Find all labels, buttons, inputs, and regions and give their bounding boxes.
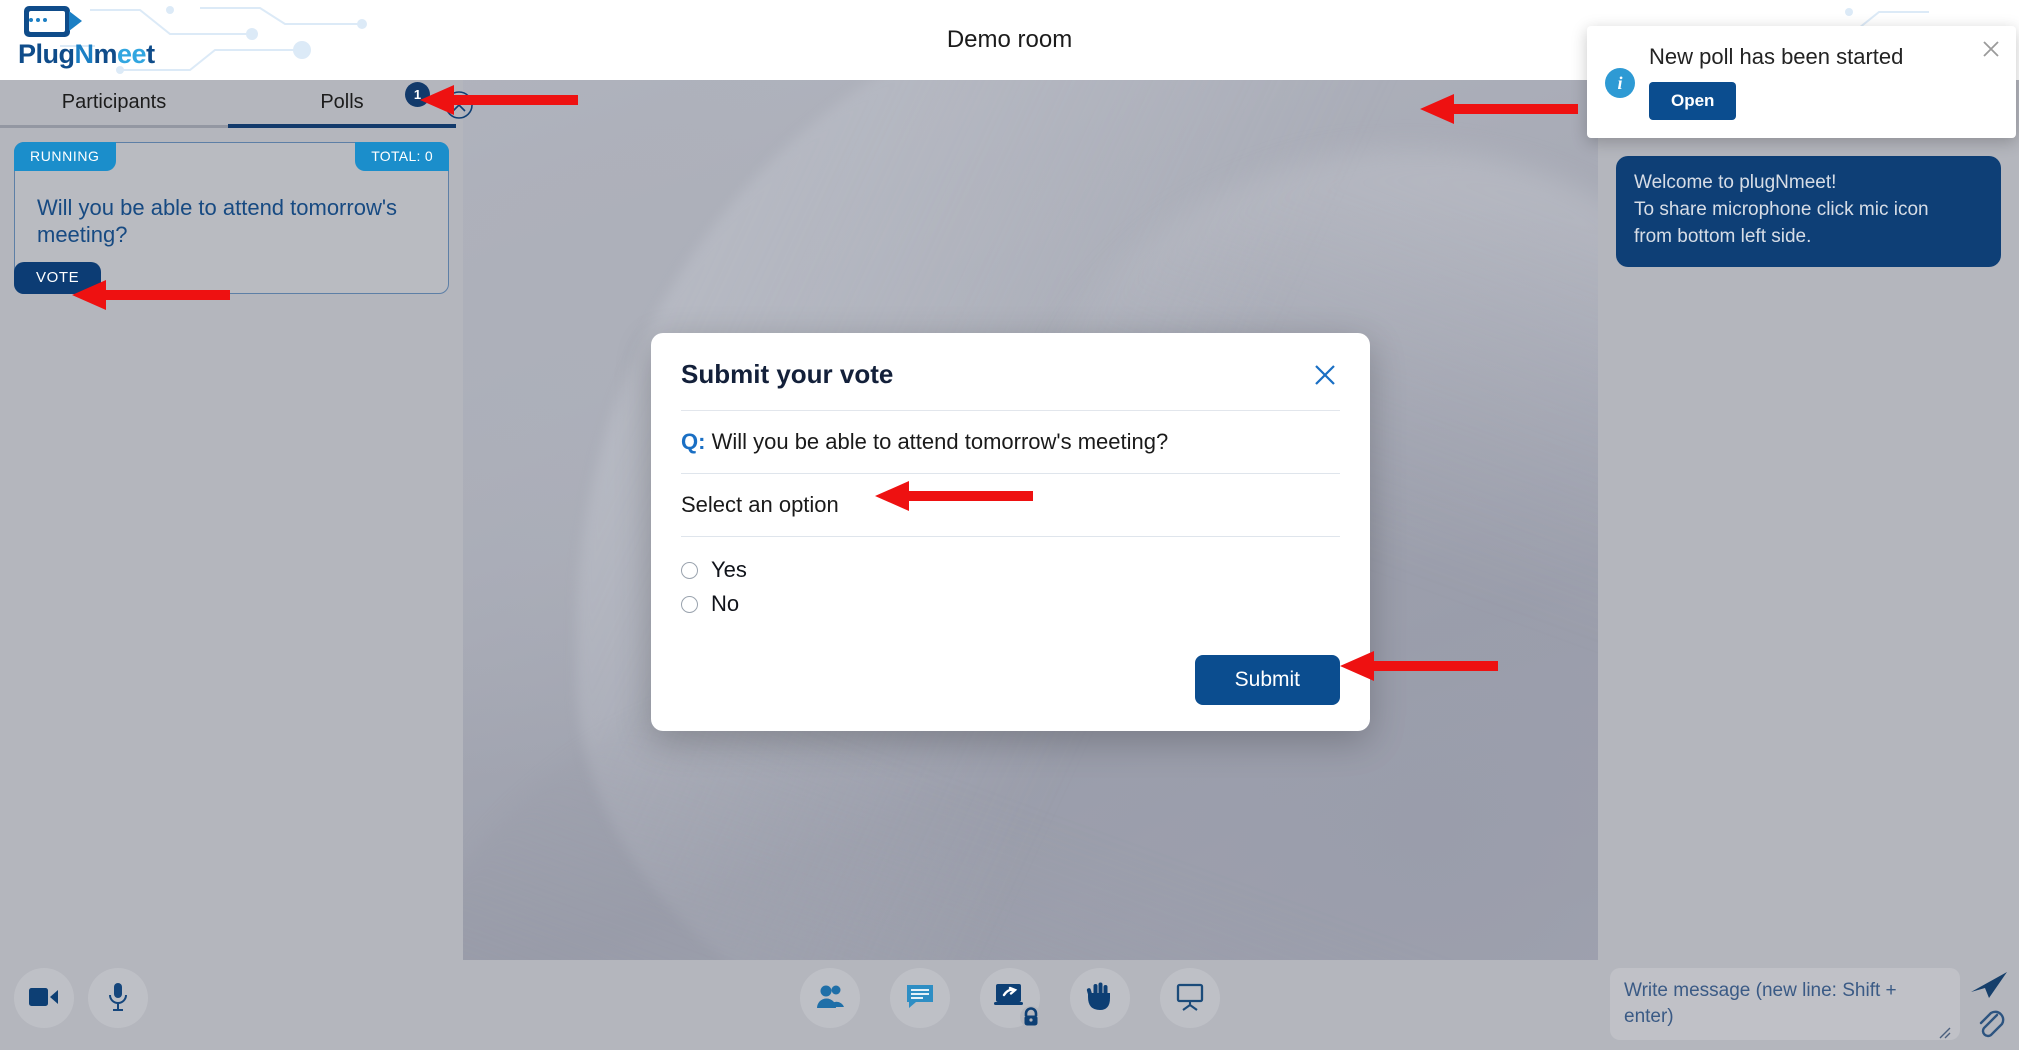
tab-participants[interactable]: Participants (0, 80, 228, 128)
participants-button[interactable] (799, 968, 860, 1028)
info-icon: i (1605, 68, 1635, 98)
toast-open-button[interactable]: Open (1649, 82, 1737, 120)
participants-icon (815, 983, 845, 1014)
screenshare-button[interactable] (979, 968, 1042, 1028)
radio-yes[interactable] (681, 561, 698, 579)
tab-polls-label: Polls (320, 90, 364, 113)
modal-title: Submit your vote (681, 359, 894, 389)
tab-participants-label: Participants (61, 91, 167, 113)
toast-body: New poll has been started Open (1649, 44, 1996, 120)
video-camera-icon (29, 986, 59, 1011)
send-icon[interactable] (1967, 968, 2011, 1000)
bottom-left-controls (14, 968, 148, 1028)
modal-question-row: Q: Will you be able to attend tomorrow's… (681, 411, 1340, 474)
left-side-panel: Participants Polls 1 RUNNING TOTAL: 0 Wi… (0, 80, 473, 960)
modal-options-group: Yes No (681, 537, 1340, 643)
modal-submit-button[interactable]: Submit (1194, 655, 1340, 705)
modal-select-option-label: Select an option (681, 474, 1340, 537)
chat-button[interactable] (889, 968, 950, 1028)
bottom-center-controls (799, 968, 1220, 1028)
lock-icon (1019, 1005, 1042, 1032)
right-chat-panel: Welcome to plugNmeet! To share microphon… (1598, 80, 2019, 960)
camera-button[interactable] (14, 968, 74, 1028)
radio-no[interactable] (681, 595, 698, 613)
question-text: Will you be able to attend tomorrow's me… (711, 429, 1169, 454)
poll-status-badge: RUNNING (14, 142, 116, 171)
modal-header: Submit your vote (681, 359, 1340, 411)
microphone-button[interactable] (88, 968, 148, 1028)
microphone-icon (107, 982, 129, 1015)
chat-message-welcome: Welcome to plugNmeet! To share microphon… (1616, 156, 2001, 267)
raise-hand-button[interactable] (1069, 968, 1130, 1028)
close-icon[interactable] (1310, 360, 1340, 390)
poll-total-badge: TOTAL: 0 (355, 142, 449, 171)
question-prefix-label: Q: (681, 429, 706, 454)
whiteboard-button[interactable] (1159, 968, 1220, 1028)
whiteboard-icon (1175, 983, 1205, 1014)
poll-started-toast: i New poll has been started Open (1587, 26, 2016, 138)
paperclip-icon[interactable] (1971, 1004, 2009, 1042)
tab-polls[interactable]: Polls 1 (228, 80, 456, 128)
poll-vote-button[interactable]: VOTE (14, 262, 102, 294)
option-label-yes: Yes (711, 557, 747, 582)
panel-tabbar: Participants Polls 1 (0, 80, 473, 128)
tab-polls-badge: 1 (405, 82, 430, 107)
bottom-toolbar (0, 960, 2019, 1050)
plugnmeet-app: PlugNmeet Demo room Participants Polls 1 (0, 0, 2019, 1050)
poll-list: RUNNING TOTAL: 0 Will you be able to att… (0, 128, 463, 294)
chat-line-1: Welcome to plugNmeet! (1634, 172, 1837, 193)
message-input[interactable] (1610, 968, 1960, 1040)
close-circle-icon[interactable] (444, 90, 474, 120)
option-row-no[interactable]: No (681, 587, 1340, 621)
close-icon[interactable] (1980, 38, 2002, 60)
option-row-yes[interactable]: Yes (681, 553, 1340, 587)
poll-card: RUNNING TOTAL: 0 Will you be able to att… (14, 142, 449, 294)
chat-bubble-icon (905, 983, 935, 1014)
option-label-no: No (711, 591, 740, 616)
toast-title: New poll has been started (1649, 44, 1904, 69)
chat-line-2: To share microphone click mic icon (1634, 198, 1929, 220)
modal-footer: Submit (681, 643, 1340, 705)
chat-composer (1598, 960, 2019, 1050)
chat-line-3: from bottom left side. (1634, 225, 1812, 247)
submit-vote-modal: Submit your vote Q: Will you be able to … (651, 333, 1370, 731)
raised-hand-icon (1086, 982, 1114, 1015)
